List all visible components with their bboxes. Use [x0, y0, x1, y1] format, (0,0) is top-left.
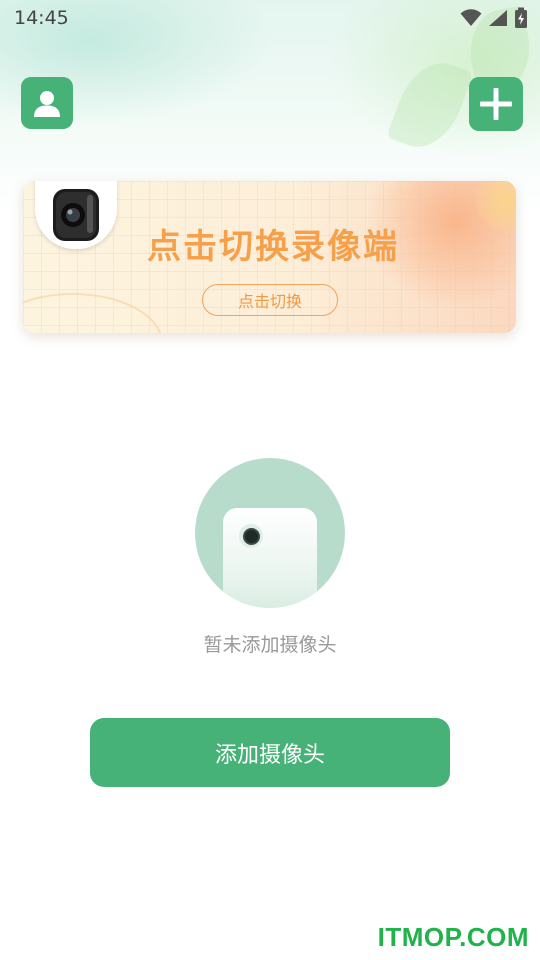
watermark: ITMOP.COM: [377, 922, 529, 952]
switch-recorder-banner[interactable]: 点击切换录像端 点击切换: [23, 181, 516, 333]
camera-lens: [239, 524, 263, 548]
person-icon: [34, 91, 60, 117]
camera-device-icon: [195, 458, 345, 608]
battery-charging-icon: [515, 7, 527, 28]
leaf-decoration: [386, 52, 474, 158]
add-camera-button[interactable]: 添加摄像头: [90, 718, 450, 787]
empty-state-message: 暂未添加摄像头: [203, 634, 337, 656]
status-time: 14:45: [14, 7, 69, 29]
wifi-icon: [460, 9, 482, 26]
profile-button[interactable]: [21, 77, 73, 129]
status-bar: 14:45: [0, 0, 540, 36]
status-icons: [460, 7, 528, 29]
plus-icon: [480, 88, 512, 120]
banner-title: 点击切换录像端: [147, 227, 399, 267]
switch-button[interactable]: 点击切换: [202, 284, 338, 316]
camera-lens-graphic: [53, 189, 99, 241]
camera-icon: [35, 181, 117, 249]
signal-icon: [489, 10, 507, 26]
add-device-button[interactable]: [469, 77, 523, 131]
camera-device-body: [223, 508, 317, 608]
